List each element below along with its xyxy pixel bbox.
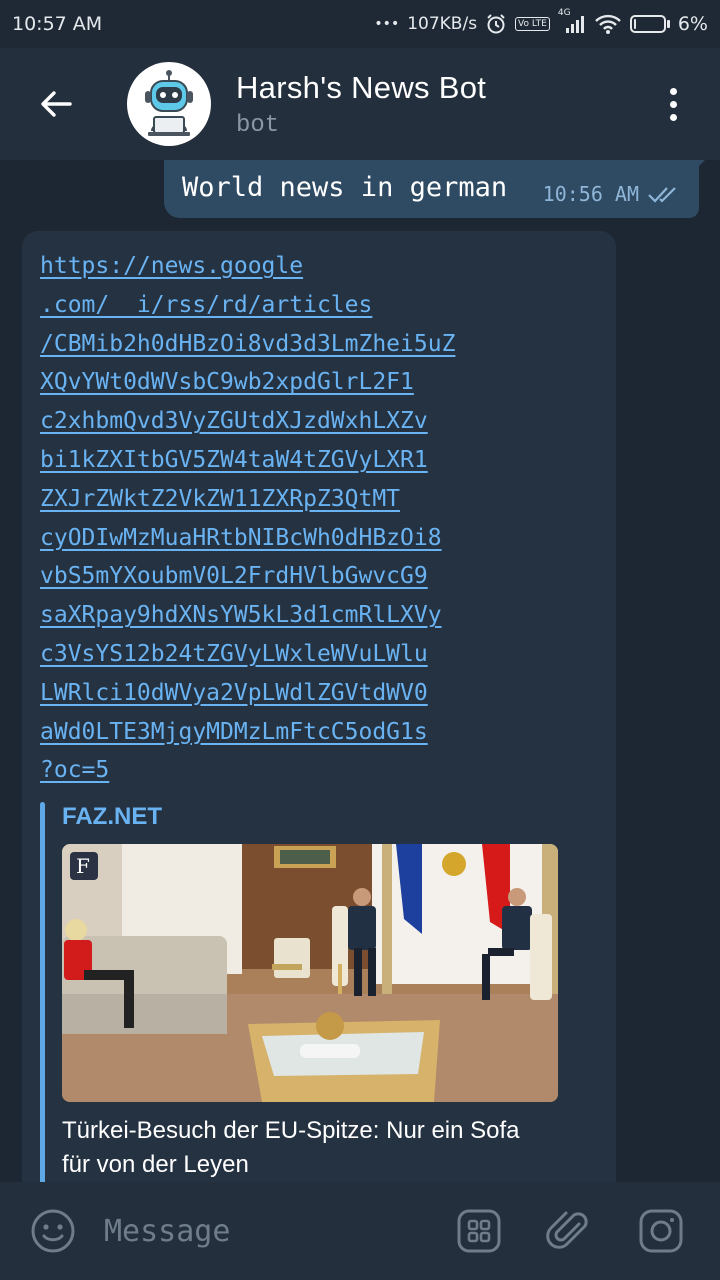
back-button[interactable]	[26, 74, 86, 134]
robot-icon	[145, 70, 193, 136]
status-indicators: ••• 107KB/s Vo LTE 4G 6%	[374, 8, 708, 35]
incoming-message[interactable]: https://news.google .com/__i/rss/rd/arti…	[22, 231, 616, 1182]
link-line: bi1kZXItbGV5ZW4taW4tZGVyLXR1	[40, 446, 428, 473]
chat-subtitle: bot	[236, 111, 280, 139]
alarm-icon	[485, 13, 507, 35]
link-line: ZXJrZWktZ2VkZW11ZXRpZ3QtMT	[40, 485, 401, 512]
link-line: cyODIwMzMuaHRtbNIBcWh0dHBzOi8	[40, 524, 442, 551]
sticker-button[interactable]	[454, 1206, 504, 1256]
camera-button[interactable]	[636, 1206, 686, 1256]
battery-percent: 6%	[677, 13, 708, 35]
header-text[interactable]: Harsh's News Bot bot	[236, 70, 486, 139]
link-line: XQvYWt0dWVsbC9wb2xpdGlrL2F1	[40, 369, 414, 396]
preview-title: Türkei-Besuch der EU-Spitze: Nur ein Sof…	[62, 1117, 520, 1179]
arrow-left-icon	[41, 91, 72, 117]
outgoing-message[interactable]: World news in german 10:56 AM	[164, 160, 709, 218]
notification-dots: •••	[374, 16, 400, 32]
camera-icon	[639, 1209, 683, 1253]
link-line: https://news.google	[40, 253, 304, 279]
sticker-grid-icon	[457, 1209, 501, 1253]
message-input-bar	[0, 1182, 720, 1280]
network-speed: 107KB/s	[407, 14, 478, 34]
preview-image[interactable]: F	[62, 844, 558, 1103]
link-line: /CBMib2h0dHBzOi8vd3d3LmZhei5uZ	[40, 330, 456, 357]
link-line: c2xhbmQvd3VyZGUtdXJzdWxhLXZv	[40, 408, 428, 435]
smiley-icon	[31, 1209, 75, 1253]
svg-text:F: F	[76, 854, 90, 878]
status-bar: 10:57 AM ••• 107KB/s Vo LTE 4G 6%	[0, 0, 720, 48]
outgoing-message-meta: 10:56 AM	[543, 182, 681, 206]
bubble-tail	[695, 160, 709, 170]
link-line: vbS5mYXoubmV0L2FrdHVlbGwvcG9	[40, 563, 428, 590]
battery-icon	[629, 15, 670, 33]
link-line: ?oc=5	[40, 757, 110, 784]
link-line: LWRlci10dWVya2VpLWdlZGVtdWV0	[40, 679, 428, 706]
outgoing-message-text: World news in german	[182, 171, 508, 203]
link-line: .com/__i/rss/rd/articles	[40, 291, 373, 318]
emoji-button[interactable]	[28, 1206, 78, 1256]
link-preview[interactable]: FAZ.NET F Türkei-Besuch der EU-Spitze: N…	[40, 802, 598, 1182]
message-link[interactable]: https://news.google .com/__i/rss/rd/arti…	[40, 247, 598, 790]
network-type: 4G	[557, 8, 571, 18]
status-time: 10:57 AM	[12, 13, 103, 35]
link-line: saXRpay9hdXNsYW5kL3d1cmRlLXVy	[40, 602, 442, 629]
more-vertical-icon-dot	[669, 113, 677, 121]
wifi-icon	[594, 13, 622, 35]
chat-title: Harsh's News Bot	[236, 69, 487, 105]
chat-area[interactable]: World news in german 10:56 AM https://ne…	[0, 160, 720, 1182]
preview-accent-bar	[40, 802, 45, 1182]
message-input[interactable]	[104, 1213, 434, 1249]
link-line: c3VsYS12b24tZGVyLWxleWVuLWlu	[40, 640, 428, 667]
link-line: aWd0LTE3MjgyMDMzLmFtcC5odG1s	[40, 718, 428, 745]
message-time: 10:56 AM	[542, 182, 639, 206]
preview-photo: F	[62, 844, 558, 1103]
volte-icon: Vo LTE	[515, 17, 550, 31]
signal-icon: 4G	[558, 8, 586, 34]
double-check-icon	[648, 187, 676, 203]
more-vertical-icon	[669, 87, 677, 95]
preview-site-name: FAZ.NET	[62, 803, 162, 831]
paperclip-icon	[546, 1211, 588, 1249]
more-options-button[interactable]	[658, 74, 688, 134]
bot-avatar[interactable]	[127, 62, 211, 146]
more-vertical-icon-dot	[669, 100, 677, 108]
chat-header: Harsh's News Bot bot	[0, 48, 720, 160]
attach-button[interactable]	[544, 1206, 594, 1256]
